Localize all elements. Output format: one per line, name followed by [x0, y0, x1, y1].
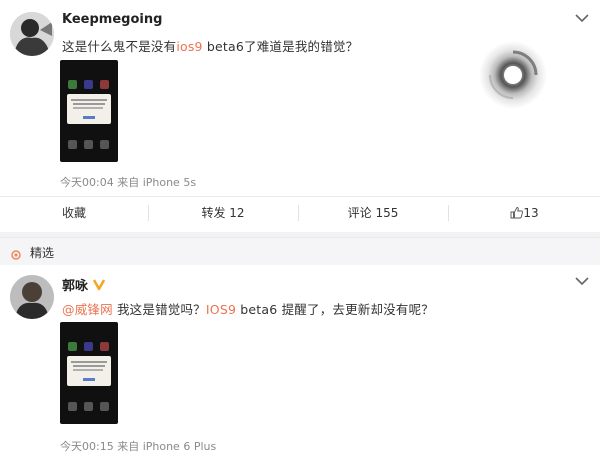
mention-link[interactable]: @威锋网 — [62, 302, 113, 317]
thumbs-up-icon — [510, 199, 524, 231]
avatar[interactable] — [10, 12, 54, 56]
comment-button[interactable]: 评论 155 — [299, 197, 447, 229]
comment-meta: 今天00:15 来自 iPhone 6 Plus — [60, 440, 217, 453]
section-header: 精选 — [0, 237, 600, 266]
verified-badge-icon — [92, 276, 106, 295]
loading-spinner-icon — [478, 40, 548, 110]
favorite-button[interactable]: 收藏 — [0, 197, 148, 229]
comment-text-mid: 我这是错觉吗？ — [112, 302, 206, 317]
post-meta: 今天00:04 来自 iPhone 5s — [60, 176, 197, 189]
comment-text-after: beta6 提醒了，去更新却没有呢？ — [236, 302, 434, 317]
action-bar: 收藏 转发 12 评论 155 13 — [0, 196, 600, 229]
like-button[interactable]: 13 — [449, 197, 600, 229]
avatar[interactable] — [10, 275, 54, 319]
section-label: 精选 — [30, 246, 55, 260]
chevron-down-icon[interactable] — [570, 9, 594, 27]
comment-image[interactable] — [60, 322, 118, 424]
section-dot-icon — [10, 246, 22, 265]
comment-text: @威锋网 我这是错觉吗？IOS9 beta6 提醒了，去更新却没有呢？ — [62, 299, 434, 318]
post-card: Keepmegoing 这是什么鬼不是没有ios9 beta6了难道是我的错觉？ — [0, 0, 600, 232]
repost-button[interactable]: 转发 12 — [149, 197, 297, 229]
like-count: 13 — [523, 206, 539, 220]
username[interactable]: 郭咏 — [62, 275, 88, 294]
chevron-down-icon[interactable] — [570, 272, 594, 290]
topic-link[interactable]: ios9 — [176, 39, 202, 54]
post-text-before: 这是什么鬼不是没有 — [62, 39, 177, 54]
topic-link[interactable]: IOS9 — [206, 302, 236, 317]
post-text: 这是什么鬼不是没有ios9 beta6了难道是我的错觉？ — [62, 36, 358, 55]
post-text-after: beta6了难道是我的错觉？ — [202, 39, 359, 54]
username[interactable]: Keepmegoing — [62, 12, 162, 27]
post-image[interactable] — [60, 60, 118, 162]
comment-card: 郭咏 @威锋网 我这是错觉吗？IOS9 beta6 提醒了，去更新却没有呢？ 今… — [0, 265, 600, 460]
